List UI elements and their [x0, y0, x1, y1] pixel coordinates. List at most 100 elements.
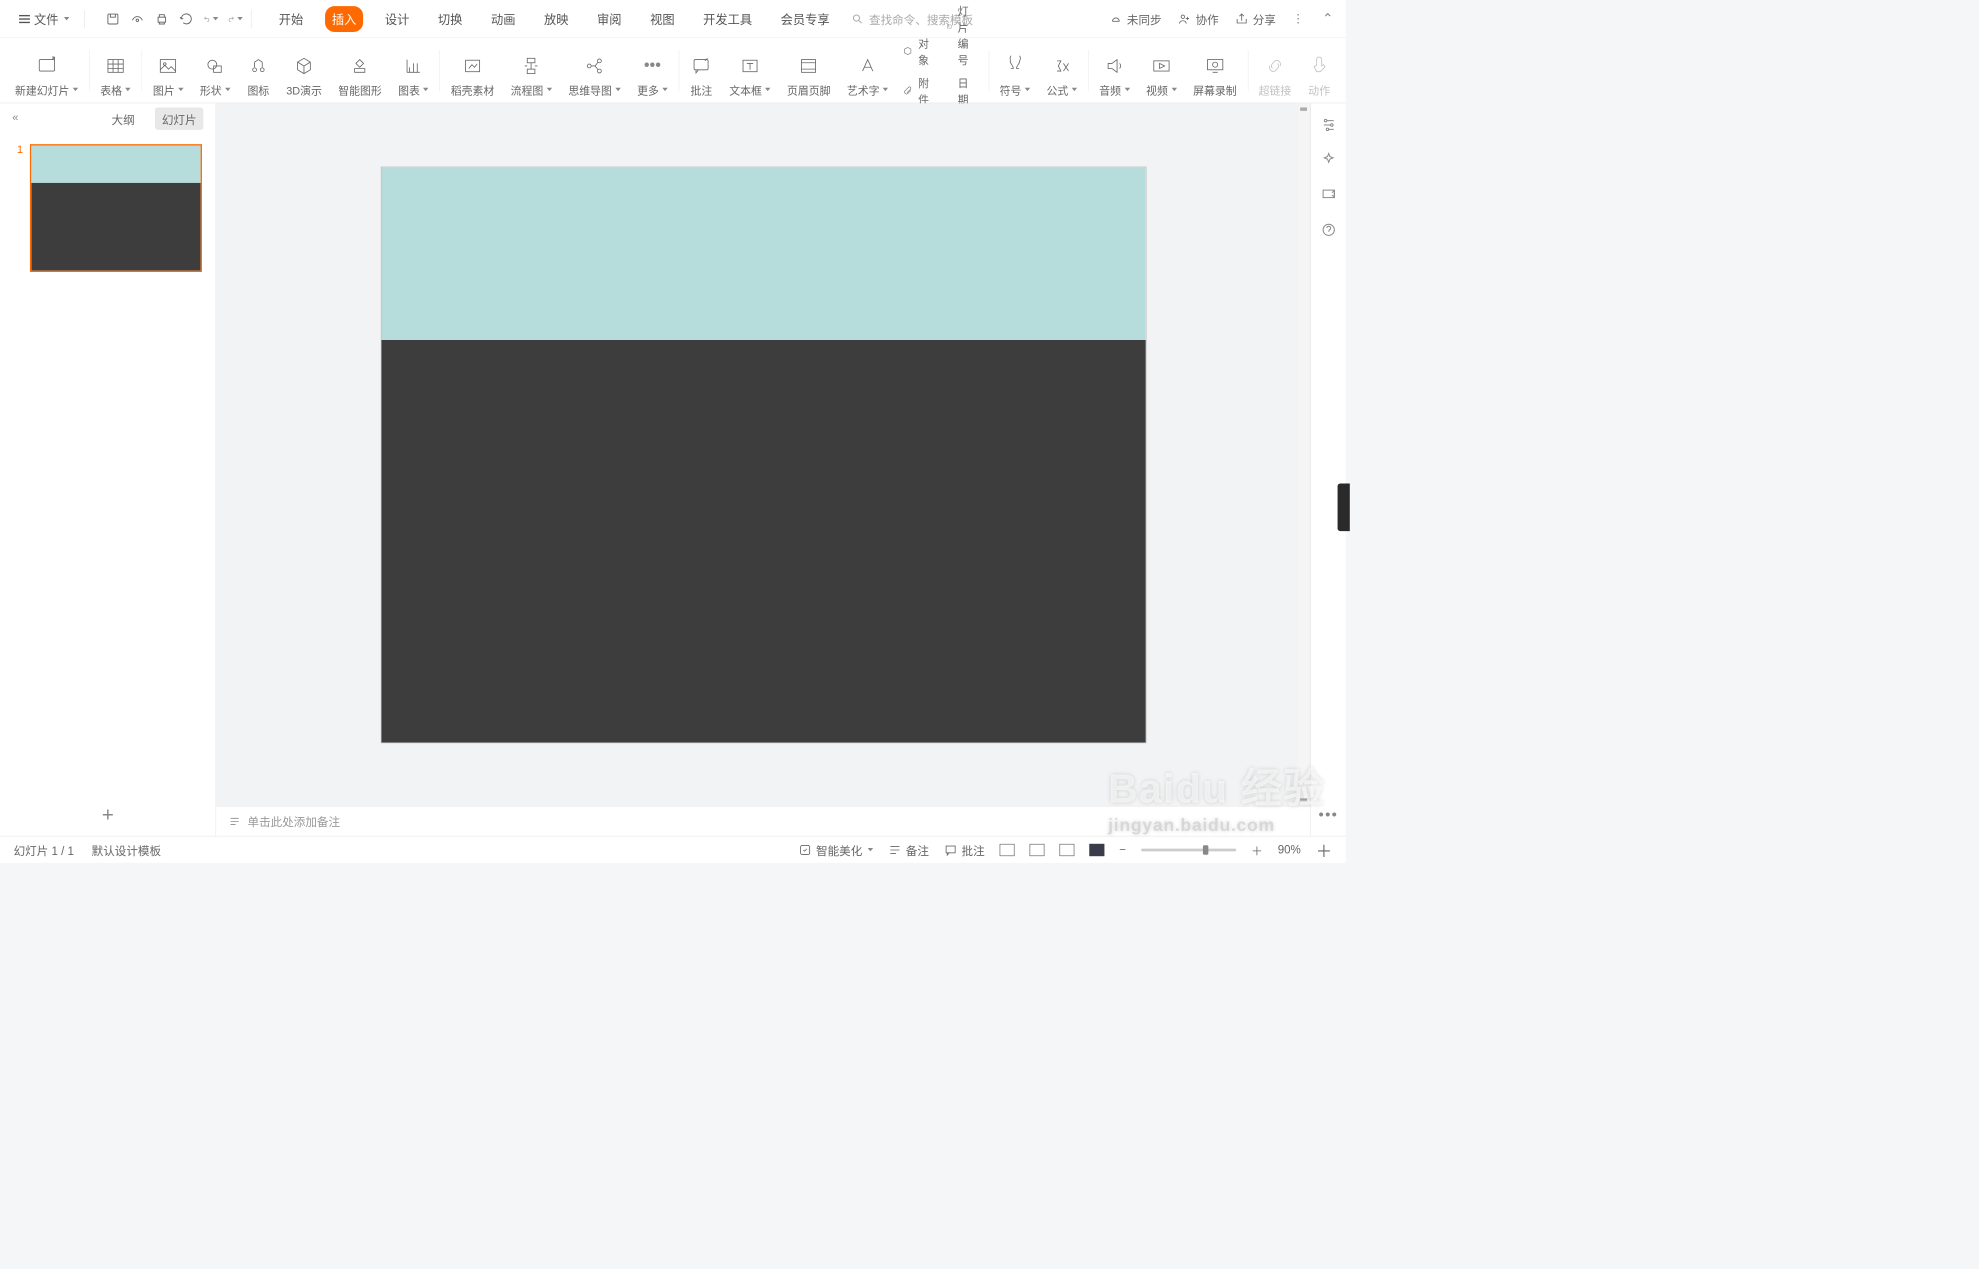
save-icon[interactable] [105, 11, 120, 26]
slide-nav-tabs: « 大纲 幻灯片 [0, 103, 216, 133]
sorter-view-icon[interactable] [1030, 844, 1045, 856]
comment-button[interactable]: 批注 [682, 43, 721, 97]
tab-slideshow[interactable]: 放映 [537, 6, 575, 32]
collapse-ribbon-icon[interactable]: ⌃ [1322, 10, 1333, 27]
object-group: 对象 附件 [897, 43, 941, 97]
attachment-button[interactable]: 附件 [903, 74, 933, 107]
file-menu[interactable]: 文件 [12, 7, 76, 30]
right-rail: ••• [1310, 103, 1345, 835]
slides-tab[interactable]: 幻灯片 [155, 107, 203, 129]
thumbnail-item[interactable]: 1 [14, 144, 202, 272]
vertical-scrollbar[interactable] [1298, 103, 1309, 805]
print-preview-icon[interactable] [130, 11, 145, 26]
canvas-area: 单击此处添加备注 [216, 103, 1310, 835]
add-slide-button[interactable]: + [0, 795, 216, 836]
smartart-button[interactable]: 智能图形 [330, 43, 390, 97]
status-bar: 幻灯片 1 / 1 默认设计模板 智能美化 备注 批注 − ＋ 90% ＋ [0, 836, 1346, 863]
tab-view[interactable]: 视图 [643, 6, 681, 32]
video-button[interactable]: 视频 [1138, 43, 1185, 97]
symbol-button[interactable]: 符号 [991, 43, 1038, 97]
normal-view-icon[interactable] [1000, 844, 1015, 856]
slide-top-band [381, 167, 1145, 340]
zoom-in-icon[interactable]: ＋ [1251, 841, 1263, 858]
title-bar-right: 未同步 协作 分享 ⋮ ⌃ [1109, 10, 1333, 27]
tab-insert[interactable]: 插入 [325, 6, 363, 32]
sync-button[interactable]: 未同步 [1109, 10, 1161, 27]
mindmap-button[interactable]: 思维导图 [560, 43, 629, 97]
threeD-button[interactable]: 3D演示 [278, 43, 330, 97]
fit-icon[interactable]: ＋ [1316, 838, 1332, 862]
audio-button[interactable]: 音频 [1091, 43, 1138, 97]
tab-animation[interactable]: 动画 [484, 6, 522, 32]
slideshow-view-icon[interactable] [1089, 844, 1104, 856]
header-footer-button[interactable]: 页眉页脚 [779, 43, 839, 97]
canvas-viewport[interactable] [216, 103, 1310, 805]
collapse-nav-icon[interactable]: « [12, 112, 18, 124]
rail-more-icon[interactable]: ••• [1318, 806, 1338, 824]
new-slide-button[interactable]: 新建幻灯片 [7, 43, 87, 97]
refresh-icon[interactable] [179, 11, 194, 26]
side-hotspot[interactable] [1338, 483, 1350, 531]
file-menu-label: 文件 [34, 10, 58, 28]
command-search[interactable]: 查找命令、搜索模板 [851, 10, 1007, 27]
shape-button[interactable]: 形状 [192, 43, 239, 97]
quick-access-toolbar [105, 11, 242, 26]
print-icon[interactable] [154, 11, 169, 26]
table-button[interactable]: 表格 [92, 43, 139, 97]
chevron-down-icon [64, 17, 69, 20]
formula-button[interactable]: 公式 [1038, 43, 1085, 97]
slide-number-button[interactable]: 幻灯片编号 [947, 0, 979, 67]
share-button[interactable]: 分享 [1235, 10, 1276, 27]
icon-button[interactable]: 图标 [239, 43, 278, 97]
image-button[interactable]: 图片 [145, 43, 192, 97]
zoom-out-icon[interactable]: − [1119, 843, 1126, 857]
reading-view-icon[interactable] [1059, 844, 1074, 856]
more-icon[interactable]: ⋮ [1292, 12, 1306, 26]
notes-toggle[interactable]: 备注 [888, 841, 929, 858]
tab-review[interactable]: 审阅 [590, 6, 628, 32]
tab-start[interactable]: 开始 [272, 6, 310, 32]
divider [251, 10, 252, 28]
chart-button[interactable]: 图表 [390, 43, 437, 97]
docer-button[interactable]: 稻壳素材 [443, 43, 503, 97]
screen-record-button[interactable]: 屏幕录制 [1185, 43, 1245, 97]
notes-pane[interactable]: 单击此处添加备注 [216, 806, 1310, 836]
outline-tab[interactable]: 大纲 [105, 107, 142, 129]
redo-icon[interactable] [228, 11, 243, 26]
ribbon-tabs: 开始 插入 设计 切换 动画 放映 审阅 视图 开发工具 会员专享 查找命令、搜… [272, 6, 1107, 32]
slide-canvas[interactable] [380, 166, 1146, 743]
wordart-button[interactable]: 艺术字 [839, 43, 897, 97]
hyperlink-button: 超链接 [1251, 43, 1300, 97]
more-button[interactable]: •••更多 [629, 43, 676, 97]
zoom-slider[interactable] [1141, 848, 1236, 851]
textbox-button[interactable]: 文本框 [721, 43, 779, 97]
present-icon[interactable] [1320, 186, 1336, 202]
title-bar: 文件 开始 插入 设计 切换 动画 放映 审阅 视图 开发工具 会员专享 查找命… [0, 0, 1346, 38]
collab-button[interactable]: 协作 [1178, 10, 1219, 27]
notes-placeholder: 单击此处添加备注 [248, 813, 340, 830]
undo-icon[interactable] [203, 11, 218, 26]
tab-design[interactable]: 设计 [378, 6, 416, 32]
object-button[interactable]: 对象 [903, 34, 933, 67]
help-icon[interactable] [1320, 222, 1336, 238]
divider [84, 10, 85, 28]
thumbnail-list: 1 [0, 133, 216, 795]
thumbnail-preview[interactable] [30, 144, 202, 272]
sparkle-icon[interactable] [1320, 151, 1336, 167]
flowchart-button[interactable]: 流程图 [502, 43, 560, 97]
tab-member[interactable]: 会员专享 [774, 6, 837, 32]
comments-toggle[interactable]: 批注 [944, 841, 985, 858]
slide-bottom-band [381, 340, 1145, 743]
tab-developer[interactable]: 开发工具 [696, 6, 759, 32]
slidenum-group: 幻灯片编号 日期和时间 [940, 43, 986, 97]
settings-icon[interactable] [1320, 116, 1336, 132]
beautify-button[interactable]: 智能美化 [798, 841, 873, 858]
tab-transition[interactable]: 切换 [431, 6, 469, 32]
action-button: 动作 [1299, 43, 1338, 97]
notes-icon [228, 815, 240, 827]
slide-counter: 幻灯片 1 / 1 [14, 841, 74, 858]
hamburger-icon [19, 18, 30, 19]
ribbon-insert: 新建幻灯片 表格 图片 形状 图标 3D演示 智能图形 图表 稻壳素材 流程图 … [0, 38, 1346, 103]
zoom-value[interactable]: 90% [1278, 843, 1301, 857]
thumbnail-number: 1 [14, 144, 23, 272]
